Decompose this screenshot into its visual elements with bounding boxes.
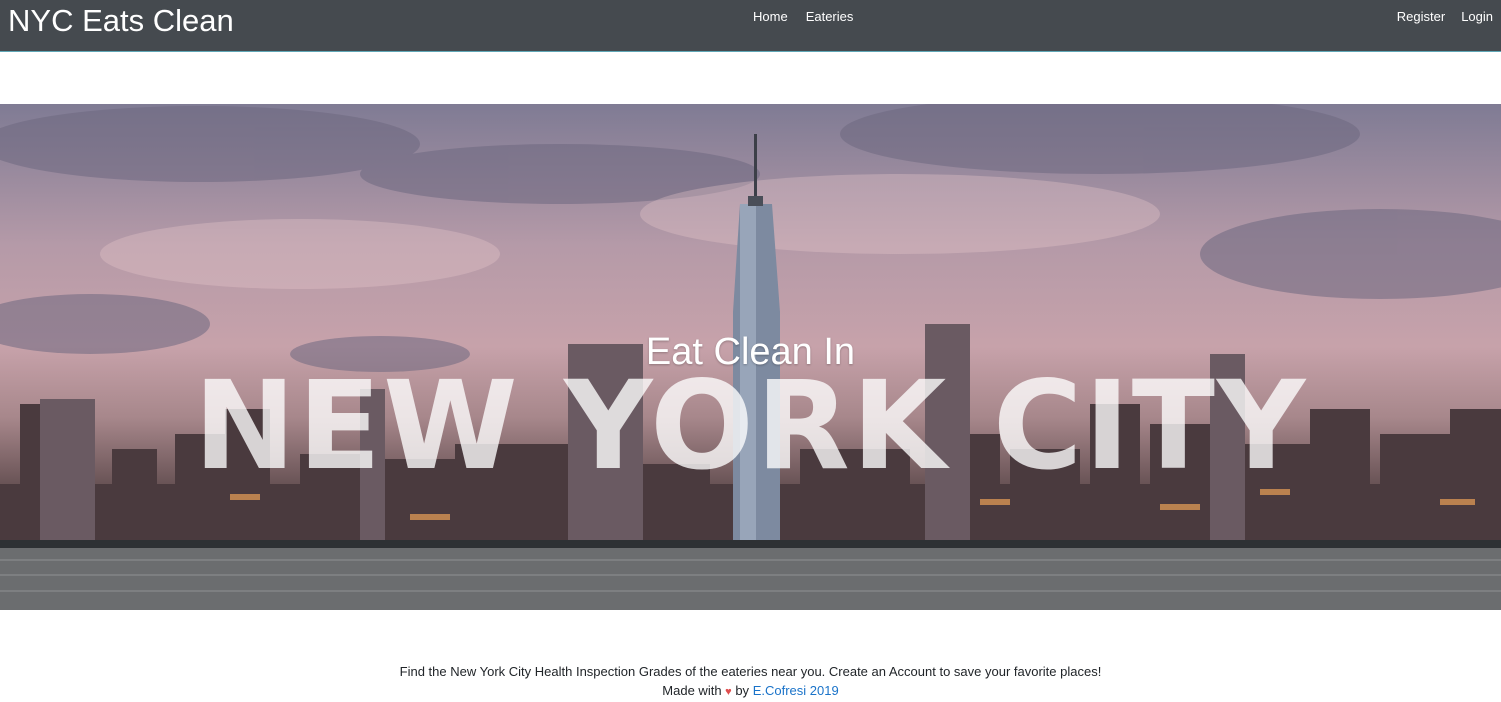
navbar: NYC Eats Clean Home Eateries Register Lo… [0,0,1501,52]
footer-credit: Made with ♥ by E.Cofresi 2019 [0,681,1501,702]
heart-icon: ♥ [725,686,732,698]
footer-description: Find the New York City Health Inspection… [399,664,1102,679]
nav-center: Home Eateries [753,9,853,25]
footer: Find the New York City Health Inspection… [0,662,1501,702]
brand-link[interactable]: NYC Eats Clean [8,2,234,40]
nav-home-link[interactable]: Home [753,9,788,25]
login-link[interactable]: Login [1461,9,1493,25]
nav-eateries-link[interactable]: Eateries [806,9,854,25]
nav-right: Register Login [1397,9,1493,25]
hero-title: NEW YORK CITY [193,355,1308,497]
made-with-label: Made with [662,683,722,698]
hero-banner: Eat Clean In NEW YORK CITY [0,104,1501,610]
register-link[interactable]: Register [1397,9,1445,25]
author-link[interactable]: E.Cofresi 2019 [753,683,839,698]
by-label: by [735,683,750,698]
